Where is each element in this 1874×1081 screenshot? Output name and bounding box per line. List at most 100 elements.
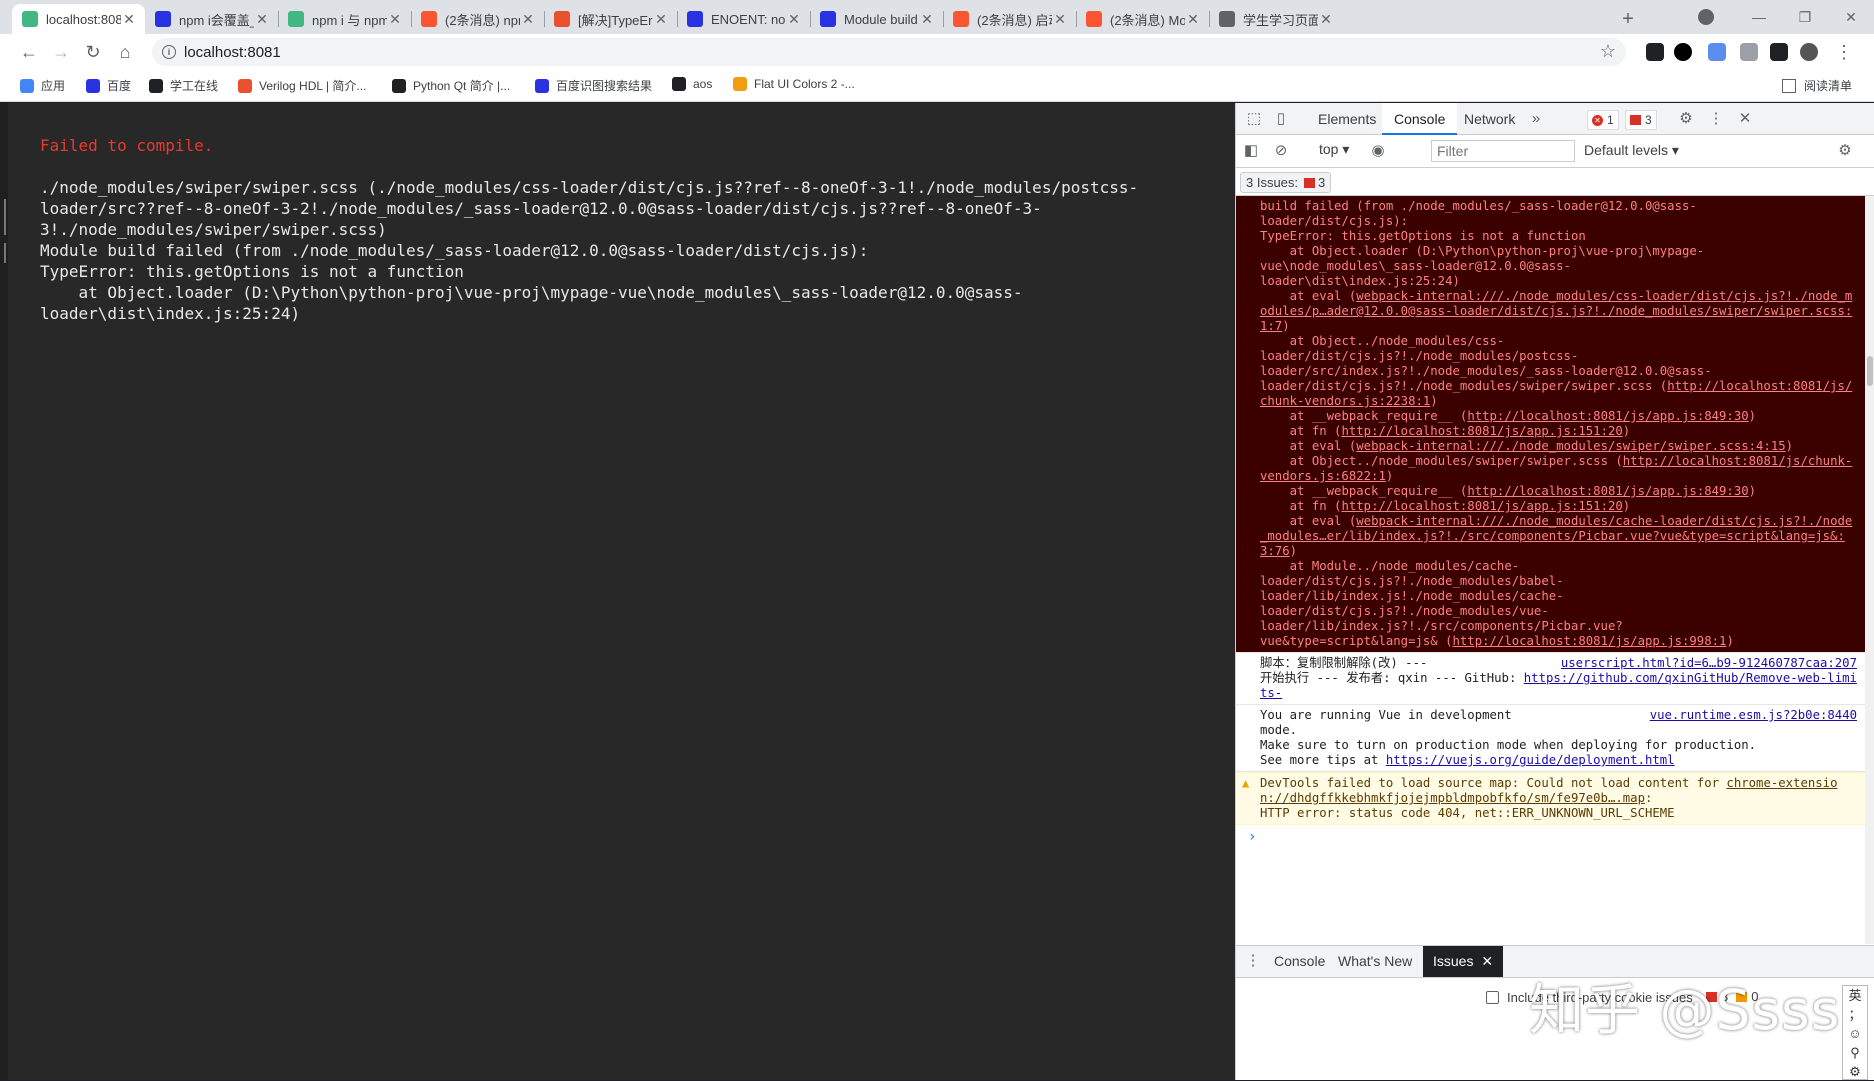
console-prompt[interactable]: ›	[1236, 825, 1865, 849]
stack-trace-link[interactable]: http://localhost:8081/js/app.js:998:1	[1453, 634, 1727, 648]
browser-tab[interactable]: (2条消息) npm i✕	[411, 4, 544, 34]
clear-console-icon[interactable]: ⊘	[1272, 142, 1290, 160]
ime-button[interactable]: ；	[1843, 1005, 1867, 1024]
close-window-button[interactable]: ✕	[1828, 0, 1874, 34]
extension-shield-icon[interactable]	[1708, 43, 1726, 61]
drawer-tab-whats-new[interactable]: What's New	[1328, 946, 1422, 977]
console-scrollbar[interactable]	[1865, 196, 1874, 944]
extension-circle-icon[interactable]	[1674, 43, 1692, 61]
tab-console[interactable]: Console	[1382, 103, 1458, 135]
drawer-menu-icon[interactable]: ⋮	[1244, 952, 1262, 970]
stack-trace-link[interactable]: http://localhost:8081/js/app.js:151:20	[1341, 499, 1622, 513]
tab-network[interactable]: Network	[1452, 103, 1527, 135]
close-tab-icon[interactable]: ✕	[653, 11, 669, 28]
bookmark-item[interactable]: 应用	[20, 77, 65, 94]
address-bar[interactable]: i localhost:8081 ☆	[152, 38, 1626, 66]
profile-avatar[interactable]	[1800, 43, 1818, 61]
extension-icon[interactable]	[1646, 43, 1664, 61]
browser-tab[interactable]: Module build fa✕	[810, 4, 943, 34]
bookmark-item[interactable]: Flat UI Colors 2 -...	[733, 77, 855, 91]
context-selector[interactable]: top ▾	[1319, 141, 1349, 158]
issues-count-badge[interactable]: 3	[1625, 110, 1657, 130]
globe-icon	[672, 77, 686, 91]
url-text[interactable]: localhost:8081	[184, 44, 281, 61]
reload-icon[interactable]: ↻	[79, 38, 107, 66]
ime-button[interactable]: ⚙	[1843, 1062, 1867, 1081]
error-icon: ✕	[1592, 114, 1603, 126]
log-levels-dropdown[interactable]: Default levels ▾	[1584, 142, 1679, 159]
ime-button[interactable]: ☺	[1843, 1024, 1867, 1043]
browser-tab[interactable]: (2条消息) Modul✕	[1076, 4, 1209, 34]
device-toolbar-icon[interactable]: ▯	[1272, 110, 1290, 128]
devtools-menu-icon[interactable]: ⋮	[1707, 110, 1725, 128]
console-warning-message: ▲ DevTools failed to load source map: Cou…	[1236, 772, 1865, 825]
ime-button[interactable]: ⚲	[1843, 1043, 1867, 1062]
close-tab-icon[interactable]: ✕	[786, 11, 802, 28]
close-tab-icon[interactable]: ✕	[1318, 11, 1334, 28]
inspect-element-icon[interactable]: ⬚	[1245, 110, 1263, 128]
browser-tab[interactable]: [解决]TypeError:✕	[544, 4, 677, 34]
close-tab-icon[interactable]: ✕	[1185, 11, 1201, 28]
browser-tab[interactable]: npm i 与 npm in✕	[278, 4, 411, 34]
bookmark-star-icon[interactable]: ☆	[1600, 41, 1616, 62]
bookmark-item[interactable]: 学工在线	[149, 77, 218, 94]
close-tab-icon[interactable]: ✕	[919, 11, 935, 28]
browser-tab[interactable]: 学生学习页面 ✕	[1209, 4, 1342, 34]
message-source-link[interactable]: vue.runtime.esm.js?2b0e:8440	[1638, 708, 1857, 723]
bookmark-item[interactable]: Verilog HDL | 简介...	[238, 77, 366, 94]
close-devtools-icon[interactable]: ✕	[1736, 110, 1754, 128]
ime-toolbar[interactable]: 英； ☺ ⚲ ⚙	[1842, 985, 1868, 1080]
ime-button[interactable]: 英	[1843, 986, 1867, 1005]
close-tab-icon[interactable]: ✕	[254, 11, 270, 28]
new-tab-button[interactable]: +	[1614, 6, 1642, 34]
stack-trace-link[interactable]: http://localhost:8081/js/app.js:849:30	[1467, 409, 1748, 423]
error-count-badge[interactable]: ✕ 1	[1587, 110, 1619, 130]
scrollbar-thumb[interactable]	[1867, 356, 1873, 386]
issues-button[interactable]: 3 Issues: 3	[1240, 172, 1332, 193]
close-tab-icon[interactable]: ✕	[121, 11, 137, 28]
close-tab-icon[interactable]: ✕	[520, 11, 536, 28]
back-arrow-icon[interactable]: ←	[15, 38, 43, 66]
console-filter-input[interactable]	[1431, 140, 1575, 162]
settings-gear-icon[interactable]: ⚙	[1677, 110, 1695, 128]
message-source-link[interactable]: userscript.html?id=6…b9-912460787caa:207	[1549, 656, 1857, 671]
bookmark-item[interactable]: 百度识图搜索结果	[535, 77, 652, 94]
browser-tab[interactable]: (2条消息) 启动vu✕	[943, 4, 1076, 34]
stack-trace-link[interactable]: webpack-internal:///./node_modules/swipe…	[1356, 439, 1785, 453]
checkbox-box[interactable]	[1486, 991, 1499, 1004]
tab-elements[interactable]: Elements	[1306, 103, 1388, 135]
devtools-panel: ⬚ ▯ Elements Console Network » ✕ 1 3 ⚙ ⋮…	[1235, 103, 1874, 1080]
extensions-puzzle-icon[interactable]	[1770, 43, 1788, 61]
close-drawer-tab-icon[interactable]: ✕	[1481, 953, 1493, 969]
bookmark-item[interactable]: 百度	[86, 77, 131, 94]
live-expression-eye-icon[interactable]: ◉	[1369, 142, 1387, 160]
home-icon[interactable]: ⌂	[111, 38, 139, 66]
browser-tab[interactable]: ENOENT: no suc✕	[677, 4, 810, 34]
csdn-icon	[953, 11, 969, 27]
reading-list-button[interactable]: 阅读清单	[1781, 77, 1852, 94]
close-tab-icon[interactable]: ✕	[387, 11, 403, 28]
tab-title: ENOENT: no suc	[711, 11, 786, 27]
console-settings-gear-icon[interactable]: ⚙	[1836, 142, 1854, 160]
browser-tab[interactable]: npm i会覆盖_百度✕	[145, 4, 278, 34]
drawer-tab-console[interactable]: Console	[1264, 946, 1335, 977]
console-output[interactable]: build failed (from ./node_modules/_sass-…	[1236, 196, 1865, 944]
browser-menu-icon[interactable]: ⋮	[1834, 38, 1854, 66]
forward-arrow-icon[interactable]: →	[47, 38, 75, 66]
site-info-icon[interactable]: i	[162, 45, 176, 59]
extension-v-icon[interactable]	[1740, 43, 1758, 61]
browser-tab[interactable]: localhost:8081✕	[12, 4, 145, 34]
more-tabs-chevron-icon[interactable]: »	[1527, 110, 1545, 128]
bookmark-item[interactable]: aos	[672, 77, 712, 91]
vue-deployment-link[interactable]: https://vuejs.org/guide/deployment.html	[1386, 753, 1675, 767]
bookmark-item[interactable]: Python Qt 简介 |...	[392, 77, 510, 94]
tab-separator	[1076, 11, 1077, 27]
maximize-button[interactable]: ❐	[1782, 0, 1828, 34]
sidebar-toggle-icon[interactable]: ◧	[1242, 142, 1260, 160]
stack-trace-link[interactable]: http://localhost:8081/js/app.js:849:30	[1467, 484, 1748, 498]
close-tab-icon[interactable]: ✕	[1052, 11, 1068, 28]
stack-trace-link[interactable]: http://localhost:8081/js/app.js:151:20	[1341, 424, 1622, 438]
minimize-button[interactable]: —	[1736, 0, 1782, 34]
tab-search-icon[interactable]	[1698, 9, 1714, 25]
drawer-tab-issues[interactable]: Issues ✕	[1423, 946, 1504, 977]
